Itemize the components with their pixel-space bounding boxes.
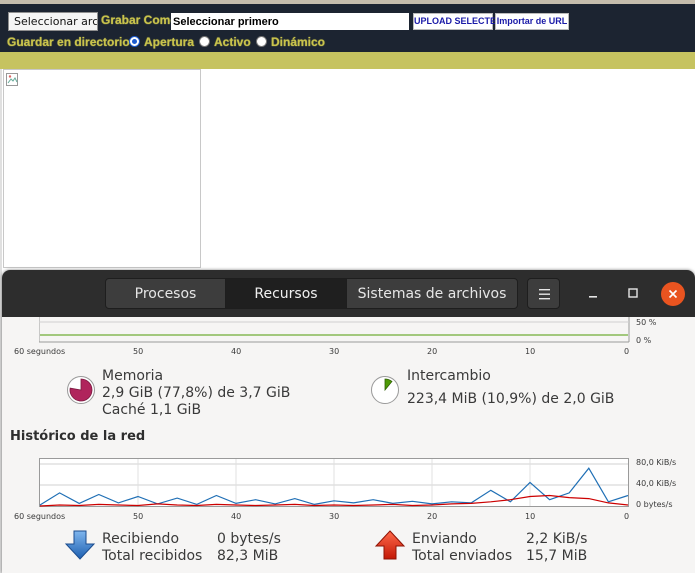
receiving-value: 0 bytes/s [217, 531, 281, 547]
net-xtick: 60 segundos [14, 512, 66, 521]
memory-chart-xtick: 30 [329, 347, 340, 356]
memory-chart-tick-0: 0 % [636, 336, 652, 345]
maximize-icon [628, 288, 638, 298]
total-received-label: Total recibidos [102, 548, 203, 564]
memory-chart-xtick: 40 [231, 347, 242, 356]
radio-dinamico-label: Dinámico [271, 35, 326, 49]
total-sent-value: 15,7 MiB [526, 548, 588, 564]
net-xtick: 0 [624, 512, 630, 521]
net-xtick: 30 [329, 512, 340, 521]
memory-chart-xtick: 20 [427, 347, 438, 356]
network-history-title: Histórico de la red [10, 429, 146, 444]
memory-cache: Caché 1,1 GiB [102, 402, 202, 418]
net-ytick: 0 bytes/s [636, 500, 673, 509]
memory-pie-icon [67, 376, 95, 404]
sending-label: Enviando [412, 531, 477, 547]
memory-value: 2,9 GiB (77,8%) de 3,7 GiB [102, 385, 291, 401]
hamburger-menu-button[interactable] [527, 278, 560, 309]
network-history-chart [39, 458, 629, 507]
net-xtick: 50 [133, 512, 144, 521]
net-xtick: 20 [427, 512, 438, 521]
resources-panel: 50 % 0 % 60 segundos 50 40 30 20 10 0 Me… [2, 317, 695, 573]
choose-file-button[interactable]: Seleccionar arc [8, 12, 98, 31]
swap-pie-icon [371, 376, 399, 404]
memory-chart-xtick: 10 [525, 347, 536, 356]
upload-arrow-icon [374, 530, 406, 560]
import-from-url-button[interactable]: Importar de URL [495, 13, 569, 30]
radio-dinamico[interactable] [256, 36, 267, 47]
header-accent-band [0, 52, 695, 69]
tab-sistemas-de-archivos[interactable]: Sistemas de archivos [346, 278, 518, 309]
radio-apertura-label: Apertura [144, 35, 195, 49]
net-xtick: 40 [231, 512, 242, 521]
close-icon [668, 289, 678, 299]
receiving-label: Recibiendo [102, 531, 180, 547]
radio-activo[interactable] [199, 36, 210, 47]
memory-chart-xtick: 0 [624, 347, 630, 356]
swap-value: 223,4 MiB (10,9%) de 2,0 GiB [407, 391, 615, 407]
hamburger-icon [539, 289, 550, 300]
upload-toolbar: Seleccionar arc Grabar Como UPLOAD SELEC… [0, 0, 695, 52]
memory-chart-xtick: 50 [133, 347, 144, 356]
system-monitor-window: Procesos Recursos Sistemas de archivos 5… [2, 270, 695, 573]
upload-selected-button[interactable]: UPLOAD SELECTED [413, 13, 503, 30]
broken-image-icon [6, 73, 18, 86]
toolbar-top-border [0, 0, 695, 4]
swap-label: Intercambio [407, 368, 491, 384]
close-button[interactable] [661, 282, 685, 306]
total-sent-label: Total enviados [412, 548, 513, 564]
memory-chart-xtick: 60 segundos [14, 347, 66, 356]
tab-recursos[interactable]: Recursos [225, 278, 347, 309]
save-as-label: Grabar Como [101, 13, 178, 27]
download-arrow-icon [64, 530, 96, 560]
filename-input[interactable] [171, 13, 409, 30]
sending-value: 2,2 KiB/s [526, 531, 588, 547]
window-headerbar: Procesos Recursos Sistemas de archivos [2, 270, 695, 317]
tab-procesos[interactable]: Procesos [105, 278, 226, 309]
minimize-button[interactable] [582, 282, 604, 304]
net-xtick: 10 [525, 512, 536, 521]
memory-label: Memoria [102, 368, 164, 384]
maximize-button[interactable] [622, 282, 644, 304]
net-ytick: 80,0 KiB/s [636, 458, 677, 467]
image-placeholder [3, 69, 201, 268]
radio-activo-label: Activo [214, 35, 251, 49]
memory-chart-tick-50: 50 % [636, 318, 657, 327]
memory-history-chart [39, 317, 630, 343]
net-ytick: 40,0 KiB/s [636, 479, 677, 488]
minimize-icon [589, 296, 597, 298]
save-directory-label: Guardar en directorio [7, 35, 130, 49]
total-received-value: 82,3 MiB [217, 548, 279, 564]
radio-apertura[interactable] [129, 36, 140, 47]
